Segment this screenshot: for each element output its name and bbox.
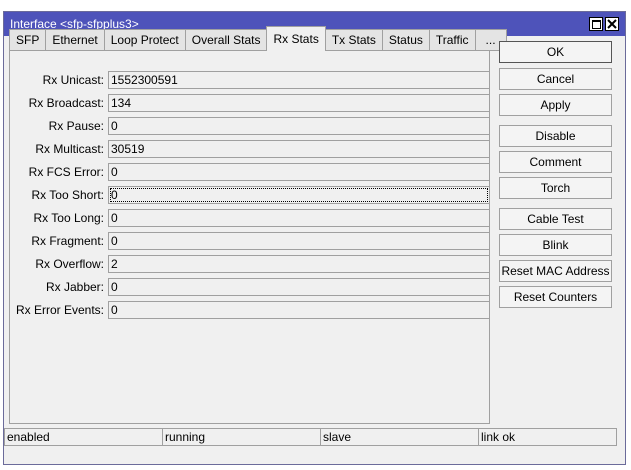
status-enabled: enabled <box>4 428 162 446</box>
ok-button[interactable]: OK <box>499 41 612 63</box>
tab-strip: SFP Ethernet Loop Protect Overall Stats … <box>9 26 507 51</box>
field-label: Rx Jabber: <box>45 280 104 294</box>
rx-multicast-field[interactable]: 30519 <box>108 140 490 158</box>
field-row: Rx Fragment: 0 <box>10 232 490 250</box>
maximize-icon[interactable] <box>589 17 603 31</box>
reset-mac-address-button[interactable]: Reset MAC Address <box>499 260 612 282</box>
rx-too-short-field[interactable]: 0 <box>108 186 490 204</box>
rx-error-events-field[interactable]: 0 <box>108 301 490 319</box>
status-running: running <box>162 428 320 446</box>
field-row: Rx Broadcast: 134 <box>10 94 490 112</box>
rx-fragment-field[interactable]: 0 <box>108 232 490 250</box>
rx-too-long-field[interactable]: 0 <box>108 209 490 227</box>
field-label: Rx Too Long: <box>33 211 105 225</box>
field-row: Rx FCS Error: 0 <box>10 163 490 181</box>
reset-counters-button[interactable]: Reset Counters <box>499 286 612 308</box>
rx-jabber-field[interactable]: 0 <box>108 278 490 296</box>
field-label: Rx Unicast: <box>42 73 104 87</box>
tab-rx-stats[interactable]: Rx Stats <box>266 26 326 51</box>
field-label: Rx Multicast: <box>35 142 104 156</box>
tab-overall-stats[interactable]: Overall Stats <box>184 29 267 51</box>
status-slave: slave <box>320 428 478 446</box>
cable-test-button[interactable]: Cable Test <box>499 208 612 230</box>
rx-pause-field[interactable]: 0 <box>108 117 490 135</box>
field-label: Rx Overflow: <box>35 257 104 271</box>
tab-sfp[interactable]: SFP <box>9 29 46 51</box>
disable-button[interactable]: Disable <box>499 125 612 147</box>
field-row: Rx Overflow: 2 <box>10 255 490 273</box>
rx-overflow-field[interactable]: 2 <box>108 255 490 273</box>
field-row: Rx Multicast: 30519 <box>10 140 490 158</box>
field-label: Rx Pause: <box>48 119 104 133</box>
field-label: Rx Too Short: <box>31 188 104 202</box>
field-row: Rx Too Long: 0 <box>10 209 490 227</box>
status-link: link ok <box>478 428 617 446</box>
window-controls <box>589 17 619 31</box>
status-bar: enabled running slave link ok <box>4 428 617 446</box>
field-label: Rx Fragment: <box>31 234 104 248</box>
field-row: Rx Unicast: 1552300591 <box>10 71 490 89</box>
rx-fcs-error-field[interactable]: 0 <box>108 163 490 181</box>
rx-stats-panel: Rx Unicast: 1552300591 Rx Broadcast: 134… <box>9 50 490 424</box>
field-row: Rx Pause: 0 <box>10 117 490 135</box>
comment-button[interactable]: Comment <box>499 151 612 173</box>
apply-button[interactable]: Apply <box>499 94 612 116</box>
rx-broadcast-field[interactable]: 134 <box>108 94 490 112</box>
tab-traffic[interactable]: Traffic <box>428 29 475 51</box>
blink-button[interactable]: Blink <box>499 234 612 256</box>
tab-loop-protect[interactable]: Loop Protect <box>103 29 185 51</box>
field-label: Rx Broadcast: <box>28 96 104 110</box>
tab-status[interactable]: Status <box>381 29 429 51</box>
torch-button[interactable]: Torch <box>499 177 612 199</box>
tab-ethernet[interactable]: Ethernet <box>45 29 104 51</box>
field-row: Rx Jabber: 0 <box>10 278 490 296</box>
tab-tx-stats[interactable]: Tx Stats <box>325 29 382 51</box>
rx-unicast-field[interactable]: 1552300591 <box>108 71 490 89</box>
field-row: Rx Error Events: 0 <box>10 301 490 319</box>
field-row: Rx Too Short: 0 <box>10 186 490 204</box>
field-label: Rx FCS Error: <box>28 165 104 179</box>
field-label: Rx Error Events: <box>15 303 104 317</box>
cancel-button[interactable]: Cancel <box>499 68 612 90</box>
close-icon[interactable] <box>605 17 619 31</box>
